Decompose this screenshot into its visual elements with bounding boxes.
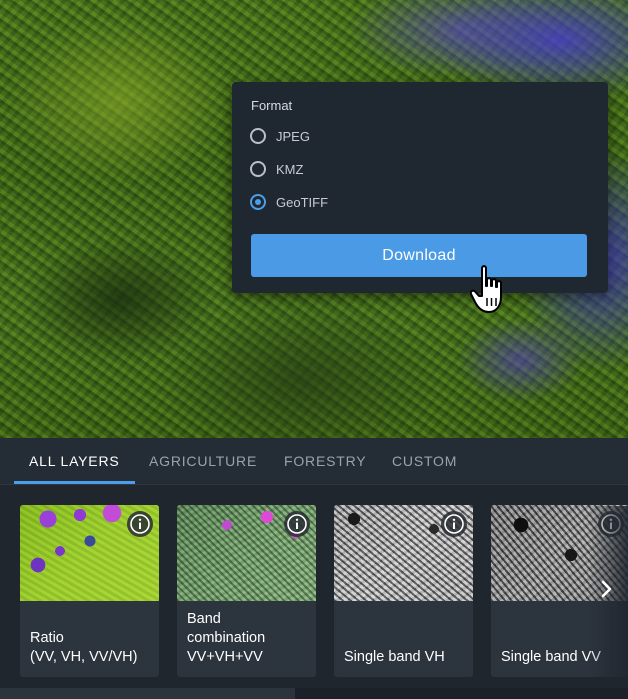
tab-all-layers[interactable]: ALL LAYERS [29,438,120,484]
chevron-right-icon[interactable] [596,578,618,600]
format-option-kmz[interactable]: KMZ [250,161,303,177]
layer-card-band-combination[interactable]: Band combination VV+VH+VV [177,505,316,677]
info-icon[interactable] [441,511,467,537]
hand-pointer-icon [470,265,502,313]
tab-custom[interactable]: CUSTOM [392,438,457,484]
download-button[interactable]: Download [251,234,587,277]
layer-category-tabs: ALL LAYERS AGRICULTURE FORESTRY CUSTOM [0,438,628,485]
format-option-jpeg[interactable]: JPEG [250,128,310,144]
tab-forestry[interactable]: FORESTRY [284,438,366,484]
download-popover: Format JPEG KMZ GeoTIFF Download [232,82,608,293]
info-icon[interactable] [127,511,153,537]
layer-card-ratio[interactable]: Ratio (VV, VH, VV/VH) [20,505,159,677]
tab-agriculture[interactable]: AGRICULTURE [149,438,257,484]
format-option-label: JPEG [276,128,310,144]
layer-card-title: Single band VH [344,649,445,665]
layer-card-single-band-vh[interactable]: Single band VH [334,505,473,677]
radio-button-geotiff[interactable] [250,194,266,210]
info-icon[interactable] [284,511,310,537]
radio-button-kmz[interactable] [250,161,266,177]
layer-card-title: Band combination VV+VH+VV [187,611,266,665]
carousel-scrollbar-thumb[interactable] [0,688,295,699]
active-tab-indicator [14,481,135,484]
format-option-geotiff[interactable]: GeoTIFF [250,194,328,210]
layer-card-title: Ratio (VV, VH, VV/VH) [30,630,138,665]
format-label: Format [251,98,293,113]
format-option-label: KMZ [276,161,304,177]
format-option-label: GeoTIFF [276,194,329,210]
radio-button-jpeg[interactable] [250,128,266,144]
layers-panel: ALL LAYERS AGRICULTURE FORESTRY CUSTOM R… [0,438,628,699]
